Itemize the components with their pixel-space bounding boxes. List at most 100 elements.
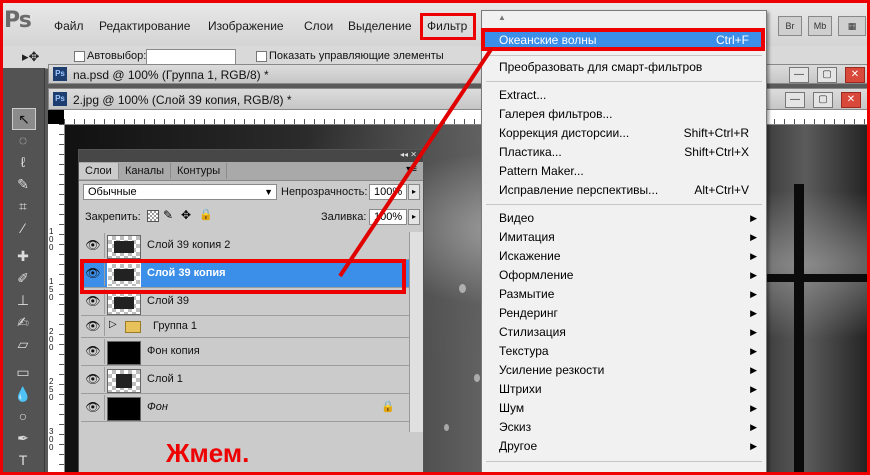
close-icon[interactable]: ✕ [841, 92, 861, 108]
menu-item-label: Исправление перспективы... [499, 183, 659, 197]
lasso-tool-icon[interactable]: ℓ [12, 152, 34, 172]
lock-position-icon[interactable]: ✥ [181, 208, 191, 222]
auto-select-dropdown[interactable] [146, 49, 236, 65]
maximize-icon[interactable]: ▢ [813, 92, 833, 108]
document-title: na.psd @ 100% (Группа 1, RGB/8) * [73, 68, 269, 82]
tab-layers[interactable]: Слои [79, 163, 119, 179]
menu-item-label: Коррекция дисторсии... [499, 126, 630, 140]
menu-item-pixelate[interactable]: Оформление ▶ [483, 266, 765, 285]
menu-item-extract[interactable]: Extract... [483, 86, 765, 105]
move-tool-icon[interactable]: ▸✥ [22, 49, 39, 65]
menu-item-liquify[interactable]: Пластика... Shift+Ctrl+X [483, 143, 765, 162]
layer-row[interactable]: 👁 Слой 1 [81, 366, 409, 394]
fill-input[interactable]: 100% [369, 209, 407, 225]
eraser-tool-icon[interactable]: ▱ [12, 334, 34, 354]
minimize-icon[interactable]: — [789, 67, 809, 83]
lock-label: Закрепить: [85, 211, 141, 223]
lock-all-icon[interactable]: 🔒 [199, 208, 213, 221]
menu-item-convert-smart-filters[interactable]: Преобразовать для смарт-фильтров [483, 58, 765, 77]
menu-item-stylize[interactable]: Стилизация ▶ [483, 323, 765, 342]
show-transform-checkbox[interactable] [256, 51, 267, 62]
tab-paths[interactable]: Контуры [171, 163, 228, 179]
menu-item-texture[interactable]: Текстура ▶ [483, 342, 765, 361]
gradient-tool-icon[interactable]: ▭ [12, 362, 34, 382]
blur-tool-icon[interactable]: 💧 [12, 384, 34, 404]
menu-item-vanishing-point[interactable]: Исправление перспективы... Alt+Ctrl+V [483, 181, 765, 200]
history-brush-tool-icon[interactable]: ✍ [12, 312, 34, 332]
menu-select[interactable]: Выделение [348, 19, 412, 33]
menu-item-label: Штрихи [499, 382, 542, 396]
eye-icon[interactable]: 👁 [82, 339, 105, 364]
brush-tool-icon[interactable]: ✐ [12, 268, 34, 288]
menu-item-pattern-maker[interactable]: Pattern Maker... [483, 162, 765, 181]
fill-slider-button[interactable]: ▸ [408, 209, 420, 225]
type-tool-icon[interactable]: T [12, 450, 34, 470]
opacity-slider-button[interactable]: ▸ [408, 184, 420, 200]
menu-item-label: Искажение [499, 249, 561, 263]
menu-item-label: Галерея фильтров... [499, 107, 613, 121]
panel-header[interactable]: ◂◂ ✕ [79, 150, 423, 162]
menu-separator [486, 461, 762, 462]
chevron-right-icon[interactable]: ▷ [109, 319, 117, 330]
grid-icon[interactable]: ▦ [838, 16, 866, 36]
submenu-arrow-icon: ▶ [750, 422, 757, 432]
collapse-panel-icon[interactable]: ◂◂ ✕ [400, 150, 417, 159]
menu-image[interactable]: Изображение [208, 19, 284, 33]
eye-icon[interactable]: 👁 [82, 317, 105, 336]
mini-bridge-button[interactable]: Mb [808, 16, 832, 36]
move-tool-icon[interactable]: ↖ [12, 108, 36, 130]
healing-brush-tool-icon[interactable]: ✚ [12, 246, 34, 266]
lock-pixels-icon[interactable]: ✎ [163, 208, 173, 222]
submenu-arrow-icon: ▶ [750, 441, 757, 451]
scroll-up-icon[interactable]: ▲ [498, 13, 506, 22]
dodge-tool-icon[interactable]: ○ [12, 406, 34, 426]
layers-scrollbar[interactable] [409, 232, 423, 432]
menu-item-sharpen[interactable]: Усиление резкости ▶ [483, 361, 765, 380]
ruler-number: 3 0 0 [49, 427, 54, 452]
layer-row[interactable]: 👁 Слой 39 копия 2 [81, 232, 409, 260]
tab-channels[interactable]: Каналы [119, 163, 172, 179]
layer-row[interactable]: 👁 Фон 🔒 [81, 394, 409, 422]
bridge-button[interactable]: Br [778, 16, 802, 36]
opacity-input[interactable]: 100% [369, 184, 407, 200]
minimize-icon[interactable]: — [785, 92, 805, 108]
panel-menu-icon[interactable]: ▾≡ [406, 164, 417, 175]
menu-item-render[interactable]: Рендеринг ▶ [483, 304, 765, 323]
eye-icon[interactable]: 👁 [82, 233, 105, 258]
menu-separator [486, 204, 762, 205]
pen-tool-icon[interactable]: ✒ [12, 428, 34, 448]
lock-transparency-icon[interactable] [147, 210, 159, 222]
menu-item-label: Другое [499, 439, 538, 453]
marquee-tool-icon[interactable]: ◌ [12, 130, 34, 150]
menu-item-other[interactable]: Другое ▶ [483, 437, 765, 456]
menu-item-artistic[interactable]: Имитация ▶ [483, 228, 765, 247]
layer-row[interactable]: 👁 Фон копия [81, 338, 409, 366]
eyedropper-tool-icon[interactable]: ⁄ [12, 218, 34, 238]
ruler-number: 2 5 0 [49, 377, 54, 402]
submenu-arrow-icon: ▶ [750, 251, 757, 261]
maximize-icon[interactable]: ▢ [817, 67, 837, 83]
auto-select-checkbox[interactable] [74, 51, 85, 62]
menu-item-video[interactable]: Видео ▶ [483, 209, 765, 228]
menu-layers[interactable]: Слои [304, 19, 333, 33]
blend-mode-select[interactable]: Обычные ▼ [83, 184, 277, 200]
clone-stamp-tool-icon[interactable]: ⊥ [12, 290, 34, 310]
menu-item-sketch[interactable]: Эскиз ▶ [483, 418, 765, 437]
menu-edit[interactable]: Редактирование [99, 19, 190, 33]
close-icon[interactable]: ✕ [845, 67, 865, 83]
quick-select-tool-icon[interactable]: ✎ [12, 174, 34, 194]
menu-item-lens-correction[interactable]: Коррекция дисторсии... Shift+Ctrl+R [483, 124, 765, 143]
submenu-arrow-icon: ▶ [750, 327, 757, 337]
menu-item-noise[interactable]: Шум ▶ [483, 399, 765, 418]
eye-icon[interactable]: 👁 [82, 395, 105, 420]
menu-item-distort[interactable]: Искажение ▶ [483, 247, 765, 266]
crop-tool-icon[interactable]: ⌗ [12, 196, 34, 216]
menu-item-brush-strokes[interactable]: Штрихи ▶ [483, 380, 765, 399]
layer-group-row[interactable]: 👁 ▷ Группа 1 [81, 316, 409, 338]
layer-name: Группа 1 [153, 320, 198, 332]
menu-item-blur[interactable]: Размытие ▶ [483, 285, 765, 304]
menu-item-filter-gallery[interactable]: Галерея фильтров... [483, 105, 765, 124]
menu-file[interactable]: Файл [54, 19, 84, 33]
menu-item-label: Рендеринг [499, 306, 558, 320]
eye-icon[interactable]: 👁 [82, 367, 105, 392]
